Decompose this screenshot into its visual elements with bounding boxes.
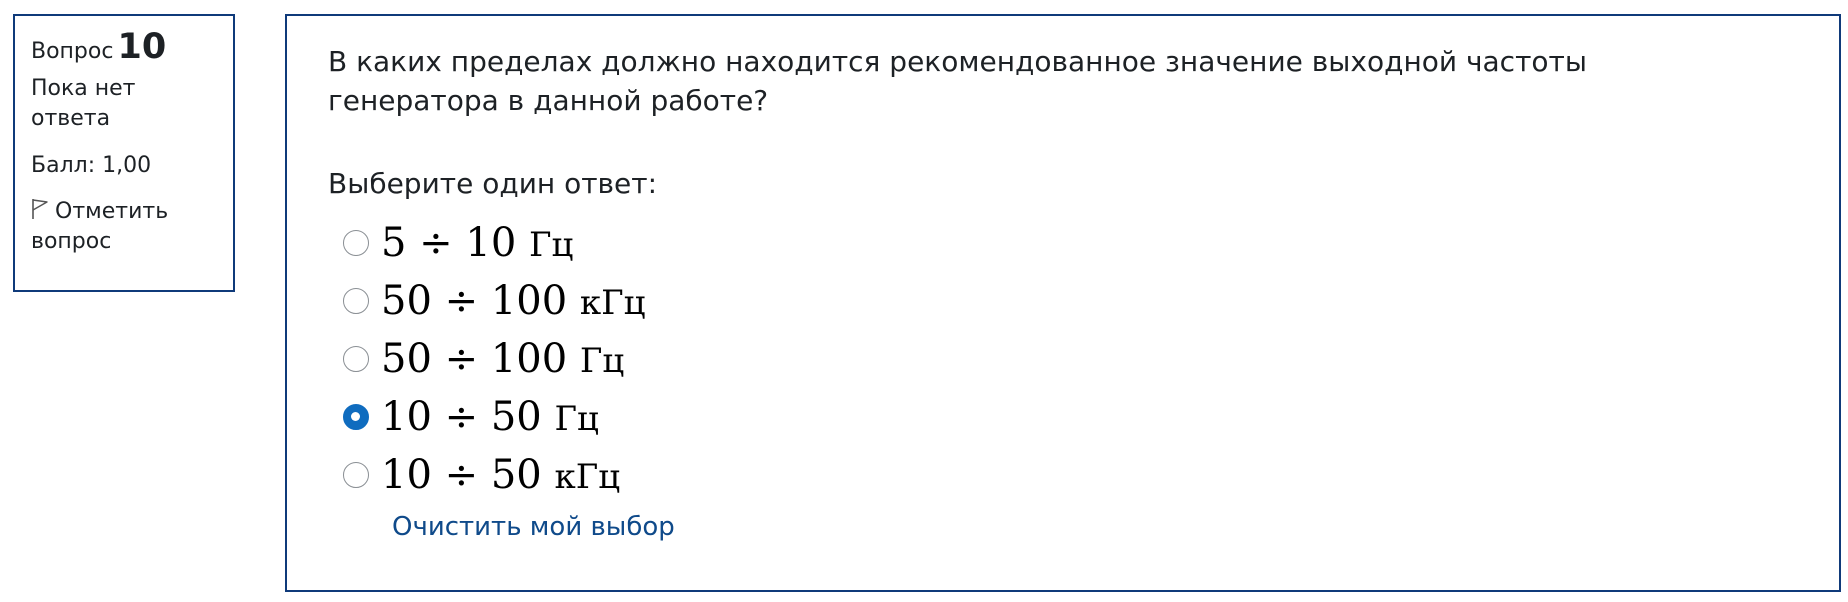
answer-value: 50 ÷ 100 — [381, 278, 568, 324]
answer-unit: Гц — [579, 341, 625, 381]
answer-radio[interactable] — [343, 230, 369, 256]
question-number-line: Вопрос 10 — [31, 28, 217, 68]
answer-prompt: Выберите один ответ: — [328, 167, 658, 200]
answer-value: 5 ÷ 10 — [381, 220, 517, 266]
question-content: В каких пределах должно находится рекоме… — [285, 14, 1841, 592]
answer-label: 50 ÷ 100 Гц — [381, 330, 624, 390]
question-number: 10 — [117, 27, 167, 67]
answer-unit: кГц — [554, 457, 621, 497]
question-grade: Балл: 1,00 — [31, 153, 152, 178]
question-label: Вопрос — [31, 39, 114, 64]
answer-radio[interactable] — [343, 462, 369, 488]
answer-value: 10 ÷ 50 — [381, 394, 542, 440]
answer-radio[interactable] — [343, 288, 369, 314]
question-state: Пока нет ответа — [31, 76, 136, 131]
answer-unit: Гц — [554, 399, 599, 439]
answer-label: 10 ÷ 50 Гц — [381, 388, 599, 448]
answer-radio[interactable] — [343, 346, 369, 372]
flag-question-link[interactable]: Отметить вопрос — [31, 197, 217, 257]
answer-label: 5 ÷ 10 Гц — [381, 214, 573, 274]
flag-question-label: Отметить вопрос — [31, 199, 169, 254]
answer-label: 10 ÷ 50 кГц — [381, 446, 620, 506]
answer-label: 50 ÷ 100 кГц — [381, 272, 646, 332]
clear-choice-link[interactable]: Очистить мой выбор — [392, 510, 675, 544]
answer-radio[interactable] — [343, 404, 369, 430]
question-info-panel: Вопрос 10 Пока нет ответа Балл: 1,00 Отме… — [13, 14, 235, 292]
answer-unit: кГц — [579, 283, 646, 323]
flag-outline-icon — [32, 199, 48, 219]
answer-unit: Гц — [529, 225, 574, 265]
question-text: В каких пределах должно находится рекоме… — [328, 45, 1587, 117]
answer-value: 50 ÷ 100 — [381, 336, 568, 382]
answer-value: 10 ÷ 50 — [381, 452, 542, 498]
